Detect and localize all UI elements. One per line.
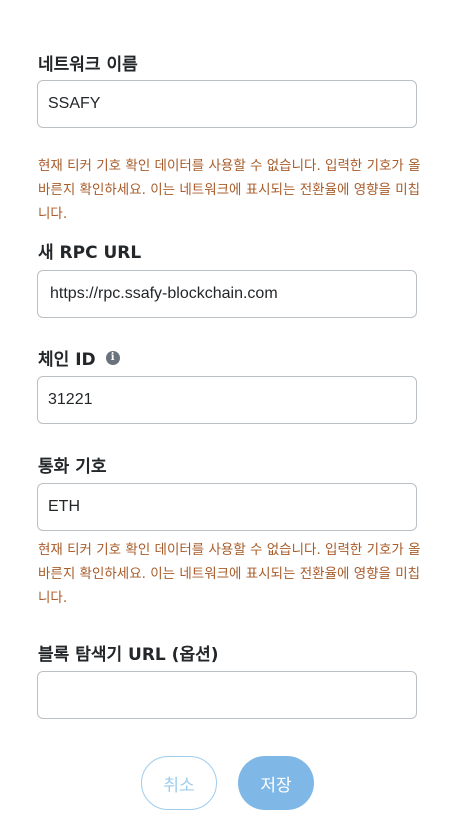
currency-symbol-warning: 현재 티커 기호 확인 데이터를 사용할 수 없습니다. 입력한 기호가 올바른… bbox=[38, 542, 421, 606]
rpc-url-label: 새 RPC URL bbox=[38, 243, 142, 263]
save-button[interactable]: 저장 bbox=[238, 756, 314, 810]
chain-id-label: 체인 ID i bbox=[38, 345, 120, 370]
block-explorer-input[interactable] bbox=[37, 671, 417, 719]
chain-id-input[interactable] bbox=[37, 376, 417, 424]
network-name-label: 네트워크 이름 bbox=[38, 55, 138, 75]
block-explorer-label: 블록 탐색기 URL (옵션) bbox=[38, 645, 219, 665]
cancel-button[interactable]: 취소 bbox=[141, 756, 217, 810]
info-icon[interactable]: i bbox=[105, 350, 120, 365]
rpc-url-input[interactable] bbox=[37, 270, 417, 318]
network-name-warning: 현재 티커 기호 확인 데이터를 사용할 수 없습니다. 입력한 기호가 올바른… bbox=[38, 158, 421, 222]
currency-symbol-input[interactable] bbox=[37, 483, 417, 531]
add-network-form: 네트워크 이름 현재 티커 기호 확인 데이터를 사용할 수 없습니다. 입력한… bbox=[0, 0, 456, 832]
network-name-input[interactable] bbox=[37, 80, 417, 128]
currency-symbol-label: 통화 기호 bbox=[38, 457, 107, 477]
